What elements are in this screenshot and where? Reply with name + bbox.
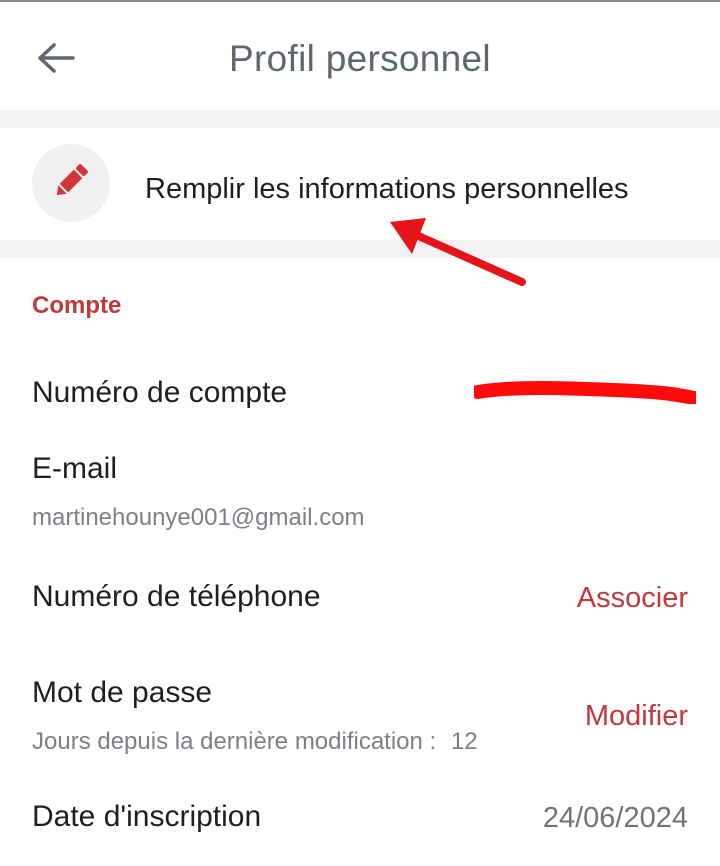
modify-password-button[interactable]: Modifier [585,700,688,733]
fill-info-label: Remplir les informations personnelles [145,173,629,205]
pencil-icon [50,160,92,207]
email-label: E-mail [32,452,118,485]
password-days-info: Jours depuis la dernière modification : … [32,728,478,756]
page-title: Profil personnel [229,38,491,79]
phone-label: Numéro de téléphone [32,580,321,613]
password-days-text: Jours depuis la dernière modification : [32,728,437,755]
section-divider [0,110,720,128]
email-value: martinehounye001@gmail.com [32,504,365,531]
password-days-value: 12 [450,728,478,755]
account-number-label: Numéro de compte [32,376,288,409]
annotation-arrow [390,218,526,286]
associate-phone-button[interactable]: Associer [577,582,688,615]
section-title-account: Compte [32,292,122,319]
section-divider [0,240,720,258]
password-label: Mot de passe [32,676,213,709]
redaction-mark [474,381,696,404]
fill-info-button[interactable]: Remplir les informations personnelles [0,128,720,240]
signup-date-label: Date d'inscription [32,800,262,833]
pencil-icon-circle [32,144,110,222]
signup-date-value: 24/06/2024 [542,802,688,834]
app-header: Profil personnel [0,2,720,110]
